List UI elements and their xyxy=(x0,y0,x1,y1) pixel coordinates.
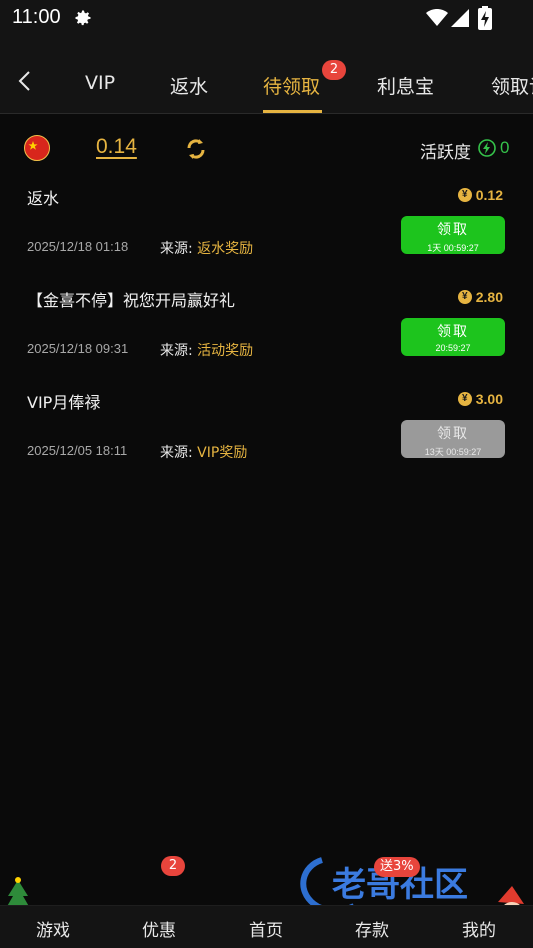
claim-countdown: 20:59:27 xyxy=(435,343,471,353)
wifi-icon xyxy=(426,9,448,26)
reward-source: 来源: 返水奖励 xyxy=(160,238,253,258)
coin-icon: ¥ xyxy=(457,188,472,202)
reward-source-prefix: 来源: xyxy=(160,241,193,257)
china-flag-icon xyxy=(24,135,50,161)
claim-button-disabled[interactable]: 领取 13天 00:59:27 xyxy=(401,420,505,458)
reward-amount: ¥ 3.00 xyxy=(457,391,503,407)
refresh-icon[interactable] xyxy=(184,137,208,161)
tab-interest[interactable]: 利息宝 xyxy=(377,72,434,99)
reward-item: VIP月俸禄 ¥ 3.00 2025/12/05 18:11 来源: VIP奖励… xyxy=(0,389,533,491)
activity-label: 活跃度 xyxy=(420,143,471,163)
reward-item: 【金喜不停】祝您开局赢好礼 ¥ 2.80 2025/12/18 09:31 来源… xyxy=(0,287,533,389)
battery-charging-icon xyxy=(478,6,492,30)
tab-claim-history[interactable]: 领取记 xyxy=(491,72,533,99)
reward-source-prefix: 来源: xyxy=(160,445,193,461)
reward-item: 返水 ¥ 0.12 2025/12/18 01:18 来源: 返水奖励 领取 1… xyxy=(0,185,533,287)
balance-amount[interactable]: 0.14 xyxy=(96,135,137,159)
tab-vip[interactable]: VIP xyxy=(85,72,115,94)
status-bar: 11:00 xyxy=(0,0,533,36)
reward-amount: ¥ 0.12 xyxy=(457,187,503,203)
reward-date: 2025/12/05 18:11 xyxy=(27,443,128,458)
gear-icon xyxy=(75,10,91,26)
reward-source-value: 返水奖励 xyxy=(197,241,254,257)
reward-source: 来源: 活动奖励 xyxy=(160,340,253,360)
reward-source-value: VIP奖励 xyxy=(197,445,248,461)
nav-promotions[interactable]: 优惠 xyxy=(142,916,176,941)
nav-profile[interactable]: 我的 xyxy=(462,916,496,941)
nav-home[interactable]: 首页 xyxy=(249,916,283,941)
reward-amount-value: 3.00 xyxy=(475,391,503,407)
claim-button[interactable]: 领取 20:59:27 xyxy=(401,318,505,356)
reward-title: VIP月俸禄 xyxy=(27,393,101,412)
nav-promo-badge: 2 xyxy=(161,856,185,876)
claim-button-label: 领取 xyxy=(437,222,469,238)
activity-value: 0 xyxy=(500,138,510,157)
coin-icon: ¥ xyxy=(457,392,472,406)
tab-header: VIP 返水 待领取 2 利息宝 领取记 xyxy=(0,36,533,114)
reward-source-prefix: 来源: xyxy=(160,343,193,359)
reward-amount-value: 0.12 xyxy=(475,187,503,203)
tab-rebate[interactable]: 返水 xyxy=(170,72,208,99)
nav-games[interactable]: 游戏 xyxy=(36,916,70,941)
reward-amount: ¥ 2.80 xyxy=(457,289,503,305)
nav-deposit-badge: 送3% xyxy=(374,857,420,877)
claim-countdown: 1天 00:59:27 xyxy=(427,243,479,253)
tab-pending-claim[interactable]: 待领取 xyxy=(263,72,320,99)
status-time: 11:00 xyxy=(12,6,61,28)
active-tab-indicator xyxy=(263,110,322,113)
tab-pending-claim-badge: 2 xyxy=(322,60,346,80)
signal-icon xyxy=(451,9,469,27)
lightning-icon xyxy=(478,139,496,157)
reward-source-value: 活动奖励 xyxy=(197,343,254,359)
reward-amount-value: 2.80 xyxy=(475,289,503,305)
coin-icon: ¥ xyxy=(457,290,472,304)
reward-date: 2025/12/18 01:18 xyxy=(27,239,129,254)
back-button[interactable] xyxy=(10,66,40,96)
claim-button-label: 领取 xyxy=(437,426,469,442)
claim-countdown: 13天 00:59:27 xyxy=(424,447,482,457)
nav-deposit[interactable]: 存款 xyxy=(355,916,389,941)
bottom-nav: 游戏 优惠 首页 存款 我的 xyxy=(0,905,533,948)
reward-date: 2025/12/18 09:31 xyxy=(27,341,129,356)
reward-title: 【金喜不停】祝您开局赢好礼 xyxy=(27,291,236,310)
claim-button-label: 领取 xyxy=(437,324,469,340)
reward-title: 返水 xyxy=(27,189,60,208)
claim-button[interactable]: 领取 1天 00:59:27 xyxy=(401,216,505,254)
balance-summary: 0.14 活跃度 0 xyxy=(0,115,533,179)
reward-source: 来源: VIP奖励 xyxy=(160,442,247,462)
